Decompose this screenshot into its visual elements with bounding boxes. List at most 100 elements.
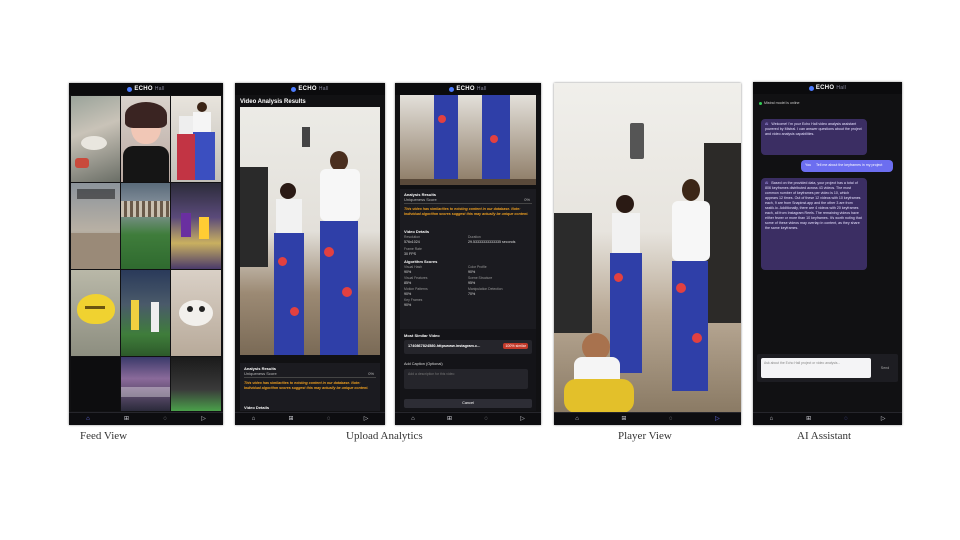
uniqueness-bar <box>404 203 532 204</box>
welcome-text: Welcome! I'm your Echo Hall video analys… <box>765 122 862 136</box>
caption-ai-assistant: AI Assistant <box>797 430 852 442</box>
caption-input[interactable]: Add a description for this video <box>404 369 528 389</box>
plus-square-icon[interactable]: ⊞ <box>806 416 811 422</box>
plus-square-icon[interactable]: ⊞ <box>289 416 294 422</box>
plus-square-icon[interactable]: ⊞ <box>621 416 626 422</box>
model-status: Mistral model is online <box>759 101 800 105</box>
echo-logo-icon <box>808 85 814 91</box>
feed-thumbnail[interactable] <box>71 96 120 182</box>
brand-suffix: Hall <box>836 85 847 91</box>
similarity-badge: 100% similar <box>503 343 528 349</box>
app-header: ECHO Hall <box>69 83 223 95</box>
algo-visual-features-name: Visual Features <box>404 276 428 280</box>
home-icon[interactable]: ⌂ <box>411 416 415 422</box>
video-details-heading: Video Details <box>244 405 270 410</box>
algo-motion-patterns-value: 90% <box>404 292 412 296</box>
similar-video-card: Most Similar Video 1740867824580-httpsww… <box>400 329 536 411</box>
uniqueness-label: Uniqueness Score <box>404 197 437 202</box>
plus-square-icon[interactable]: ⊞ <box>447 416 452 422</box>
brand-suffix: Hall <box>476 86 487 92</box>
home-icon[interactable]: ⌂ <box>86 416 90 422</box>
video-preview[interactable] <box>240 107 380 355</box>
feed-thumbnail[interactable] <box>121 270 170 356</box>
feed-thumbnail[interactable] <box>171 357 221 411</box>
bottom-nav: ⌂ ⊞ ◌ ▷ <box>395 412 541 425</box>
chat-bubble-icon[interactable]: ◌ <box>327 416 331 422</box>
assistant-reply: AI Based on the provided data, your proj… <box>761 178 867 270</box>
uniqueness-value: 0% <box>368 371 374 376</box>
cancel-button[interactable]: Cancel <box>404 399 532 408</box>
feed-view-screen: ECHO Hall ⌂ ⊞ ◌ ▷ <box>69 83 223 425</box>
app-header: ECHO Hall <box>395 83 541 95</box>
algo-color-profile-name: Color Profile <box>468 265 487 269</box>
feed-thumbnail[interactable] <box>171 183 221 269</box>
analysis-results-card: Analysis Results Uniqueness Score 0% Thi… <box>240 363 380 411</box>
similar-video-row[interactable]: 1740867824580-httpswww.instagram.c... 10… <box>404 340 532 354</box>
model-status-text: Mistral model is online <box>764 101 800 105</box>
similarity-warning: This video has similarities to existing … <box>244 381 369 390</box>
brand-name: ECHO <box>134 86 153 92</box>
assistant-reply-text: Based on the provided data, your project… <box>765 181 862 230</box>
plus-square-icon[interactable]: ⊞ <box>124 416 129 422</box>
resolution-label: Resolution <box>404 235 421 239</box>
analysis-results-card: Analysis Results Uniqueness Score 0% Thi… <box>400 189 536 329</box>
bottom-nav: ⌂ ⊞ ◌ ▷ <box>554 412 741 425</box>
uniqueness-value: 0% <box>524 197 530 202</box>
echo-logo-icon <box>127 86 133 92</box>
chat-input[interactable]: Ask about the Echo Hall project or video… <box>761 358 871 378</box>
bottom-nav: ⌂ ⊞ ◌ ▷ <box>69 412 223 425</box>
caption-feed-view: Feed View <box>80 430 128 442</box>
player-view-screen: ⌂ ⊞ ◌ ▷ <box>554 83 741 425</box>
algo-motion-patterns-name: Motion Patterns <box>404 287 428 291</box>
feed-thumbnail[interactable] <box>71 357 120 411</box>
brand-name: ECHO <box>298 86 317 92</box>
brand-suffix: Hall <box>318 86 329 92</box>
play-icon[interactable]: ▷ <box>881 416 886 422</box>
bottom-nav: ⌂ ⊞ ◌ ▷ <box>753 412 902 425</box>
algorithm-scores-heading: Algorithm Scores <box>404 259 438 264</box>
feed-thumbnail[interactable] <box>121 183 170 269</box>
brand-suffix: Hall <box>154 86 165 92</box>
send-button[interactable]: Send <box>875 358 895 378</box>
play-icon[interactable]: ▷ <box>715 416 720 422</box>
play-icon[interactable]: ▷ <box>520 416 525 422</box>
algo-manipulation-detection-value: 70% <box>468 292 476 296</box>
home-icon[interactable]: ⌂ <box>770 416 774 422</box>
frame-rate-value: 30 FPS <box>404 252 416 256</box>
app-header: ECHO Hall <box>753 82 902 94</box>
feed-thumbnail[interactable] <box>121 96 170 182</box>
home-icon[interactable]: ⌂ <box>575 416 579 422</box>
play-icon[interactable]: ▷ <box>364 416 369 422</box>
page-title: Video Analysis Results <box>240 99 306 105</box>
video-preview[interactable] <box>400 95 536 185</box>
chat-input-bar: Ask about the Echo Hall project or video… <box>757 354 898 382</box>
play-icon[interactable]: ▷ <box>201 416 206 422</box>
chat-bubble-icon[interactable]: ◌ <box>163 416 167 422</box>
algo-key-frames-value: 90% <box>404 303 412 307</box>
upload-analytics-screen-1: ECHO Hall Video Analysis Results Analysi… <box>235 83 385 425</box>
feed-thumbnail[interactable] <box>71 270 120 356</box>
bottom-nav: ⌂ ⊞ ◌ ▷ <box>235 412 385 425</box>
caption-upload-analytics: Upload Analytics <box>346 430 423 442</box>
algo-visual-hash-value: 90% <box>404 270 412 274</box>
feed-thumbnail[interactable] <box>171 270 221 356</box>
ai-assistant-screen: ECHO Hall Mistral model is online AI Wel… <box>753 82 902 425</box>
algo-scene-structure-value: 95% <box>468 281 476 285</box>
feed-thumbnail[interactable] <box>171 96 221 182</box>
home-icon[interactable]: ⌂ <box>252 416 256 422</box>
chat-bubble-icon[interactable]: ◌ <box>669 416 673 422</box>
status-dot-icon <box>759 101 762 105</box>
algo-scene-structure-name: Scene Structure <box>468 276 493 280</box>
chat-bubble-icon[interactable]: ◌ <box>844 416 848 422</box>
upload-analytics-screen-2: ECHO Hall Analysis Results Uniqueness Sc… <box>395 83 541 425</box>
chat-bubble-icon[interactable]: ◌ <box>484 416 488 422</box>
caption-player-view: Player View <box>618 430 672 442</box>
video-player[interactable] <box>554 83 741 413</box>
brand-name: ECHO <box>815 85 835 91</box>
similar-video-name: 1740867824580-httpswww.instagram.c... <box>408 344 481 348</box>
duration-value: 29.53333333333335 seconds <box>468 240 516 244</box>
duration-label: Duration <box>468 235 481 239</box>
feed-thumbnail[interactable] <box>121 357 170 411</box>
feed-thumbnail[interactable] <box>71 183 120 269</box>
echo-logo-icon <box>291 86 297 92</box>
